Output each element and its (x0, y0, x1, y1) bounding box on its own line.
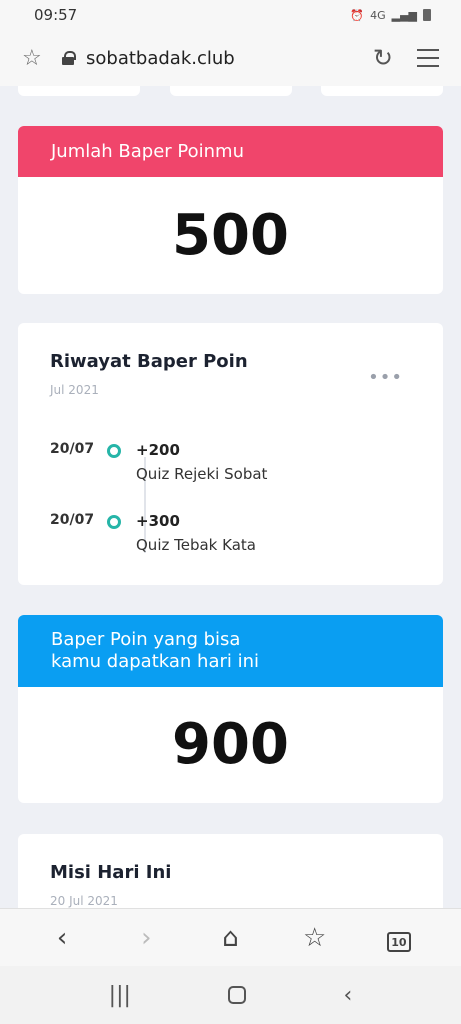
url-field[interactable]: sobatbadak.club (86, 48, 373, 69)
browser-toolbar: ☆ sobatbadak.club ↻ (0, 30, 461, 86)
timeline-date: 20/07 (50, 512, 95, 528)
system-nav-bar: ||| ‹ (0, 966, 461, 1024)
timeline-dot (107, 515, 121, 529)
card-stub (321, 86, 443, 96)
today-card-title-line2: kamu dapatkan hari ini (51, 651, 260, 672)
card-stub (18, 86, 140, 96)
bookmarks-icon[interactable]: ☆ (293, 923, 337, 953)
today-points-value: 900 (172, 712, 289, 777)
page-content: Jumlah Baper Poinmu 500 Riwayat Baper Po… (0, 86, 461, 908)
history-title: Riwayat Baper Poin (50, 351, 248, 372)
points-card-header: Jumlah Baper Poinmu (18, 126, 443, 177)
timeline-desc: Quiz Rejeki Sobat (136, 465, 268, 483)
mission-title: Misi Hari Ini (50, 862, 172, 883)
today-card-title-line1: Baper Poin yang bisa (51, 629, 241, 650)
system-back-icon[interactable]: ‹ (344, 983, 353, 1008)
timeline-points: +300 (136, 512, 180, 530)
timeline-desc: Quiz Tebak Kata (136, 536, 256, 554)
more-options-icon[interactable]: ••• (368, 367, 403, 388)
home-button-icon[interactable] (228, 986, 247, 1004)
mission-subtitle: 20 Jul 2021 (50, 894, 118, 908)
mission-card: Misi Hari Ini 20 Jul 2021 (18, 834, 443, 908)
status-bar: 09:57 ⏰ 4G ▂▄▆ (0, 0, 461, 30)
recent-apps-icon[interactable]: ||| (109, 983, 131, 1008)
network-label: 4G (370, 8, 386, 22)
forward-arrow-icon[interactable]: › (124, 923, 168, 953)
home-icon[interactable]: ⌂ (208, 923, 252, 953)
status-icons: ⏰ 4G ▂▄▆ (350, 9, 431, 22)
battery-icon (423, 9, 431, 21)
tabs-button[interactable]: 10 (377, 923, 421, 953)
today-card-header: Baper Poin yang bisa kamu dapatkan hari … (18, 615, 443, 687)
bookmark-star-icon[interactable]: ☆ (22, 46, 50, 71)
points-card: Jumlah Baper Poinmu 500 (18, 126, 443, 294)
alarm-icon: ⏰ (350, 8, 365, 22)
lock-icon[interactable] (62, 51, 76, 65)
timeline-dot (107, 444, 121, 458)
history-subtitle: Jul 2021 (50, 383, 99, 397)
history-card: Riwayat Baper Poin Jul 2021 ••• 20/07 +2… (18, 323, 443, 585)
points-card-title: Jumlah Baper Poinmu (51, 140, 244, 162)
today-points-card: Baper Poin yang bisa kamu dapatkan hari … (18, 615, 443, 803)
points-value: 500 (172, 203, 289, 268)
back-arrow-icon[interactable]: ‹ (40, 923, 84, 953)
timeline-date: 20/07 (50, 441, 95, 457)
signal-icon: ▂▄▆ (391, 8, 417, 22)
status-time: 09:57 (34, 6, 78, 24)
tabs-count: 10 (386, 932, 411, 952)
menu-icon[interactable] (417, 49, 439, 67)
timeline-points: +200 (136, 441, 180, 459)
reload-icon[interactable]: ↻ (373, 44, 393, 72)
browser-nav-bar: ‹ › ⌂ ☆ 10 (0, 908, 461, 966)
card-stub (170, 86, 292, 96)
